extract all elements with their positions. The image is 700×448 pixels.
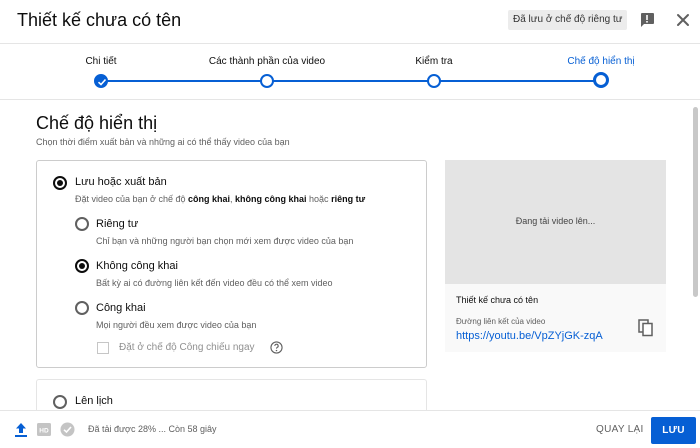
unlisted-radio[interactable] bbox=[75, 259, 89, 273]
video-preview-area: Đang tải video lên... bbox=[445, 160, 666, 284]
premiere-label: Đặt ở chế độ Công chiếu ngay bbox=[119, 342, 255, 353]
page-subtitle: Chọn thời điểm xuất bản và những ai có t… bbox=[36, 137, 290, 147]
save-publish-card: Lưu hoặc xuất bản Đặt video của bạn ở ch… bbox=[36, 160, 427, 368]
saved-status-badge: Đã lưu ở chế độ riêng tư bbox=[508, 10, 628, 30]
content-scrollbar[interactable] bbox=[693, 107, 698, 297]
schedule-card: Lên lịch bbox=[36, 379, 427, 410]
private-radio[interactable] bbox=[75, 217, 89, 231]
step-details-dot[interactable] bbox=[94, 74, 108, 88]
video-preview-card: Đang tải video lên... Thiết kế chưa có t… bbox=[445, 160, 666, 352]
upload-progress-status: Đã tải được 28% ... Còn 58 giây bbox=[88, 424, 217, 434]
save-publish-label[interactable]: Lưu hoặc xuất bản bbox=[75, 176, 167, 188]
close-icon[interactable] bbox=[674, 11, 692, 29]
video-link[interactable]: https://youtu.be/VpZYjGK-zqA bbox=[456, 330, 603, 342]
public-radio[interactable] bbox=[75, 301, 89, 315]
public-desc: Mọi người đều xem được video của bạn bbox=[96, 320, 257, 330]
stepper-progress-line bbox=[101, 80, 601, 82]
schedule-radio[interactable] bbox=[53, 395, 67, 409]
upload-processing-status: Đang tải video lên... bbox=[515, 216, 596, 226]
step-checks-label[interactable]: Kiểm tra bbox=[415, 56, 452, 67]
preview-video-title: Thiết kế chưa có tên bbox=[456, 295, 539, 305]
page-title: Chế độ hiển thị bbox=[36, 113, 158, 133]
back-button[interactable]: QUAY LẠI bbox=[590, 421, 650, 439]
step-visibility-dot[interactable] bbox=[593, 72, 609, 88]
save-publish-desc: Đặt video của bạn ở chế độ công khai, kh… bbox=[75, 194, 366, 204]
dialog-title: Thiết kế chưa có tên bbox=[17, 10, 182, 30]
step-details-label[interactable]: Chi tiết bbox=[85, 56, 116, 67]
dialog-header: Thiết kế chưa có tên Đã lưu ở chế độ riê… bbox=[0, 0, 700, 44]
step-elements-label[interactable]: Các thành phần của video bbox=[209, 56, 325, 67]
upload-icon bbox=[15, 423, 27, 437]
hd-icon: HD bbox=[37, 423, 51, 436]
private-desc: Chỉ bạn và những người bạn chọn mới xem … bbox=[96, 236, 354, 246]
save-publish-radio[interactable] bbox=[53, 176, 67, 190]
video-link-label: Đường liên kết của video bbox=[456, 317, 546, 326]
help-icon[interactable] bbox=[270, 341, 283, 354]
save-button[interactable]: LƯU bbox=[651, 417, 696, 444]
visibility-content: Chế độ hiển thị Chọn thời điểm xuất bản … bbox=[0, 101, 700, 410]
svg-text:HD: HD bbox=[39, 428, 49, 435]
feedback-icon[interactable] bbox=[639, 12, 655, 28]
public-label[interactable]: Công khai bbox=[96, 302, 146, 314]
check-icon bbox=[97, 78, 107, 86]
step-checks-dot[interactable] bbox=[427, 74, 441, 88]
unlisted-label[interactable]: Không công khai bbox=[96, 260, 178, 272]
dialog-footer: HD Đã tải được 28% ... Còn 58 giây QUAY … bbox=[0, 410, 700, 448]
upload-stepper: Chi tiết Các thành phần của video Kiểm t… bbox=[0, 44, 700, 100]
schedule-label[interactable]: Lên lịch bbox=[75, 395, 113, 407]
step-elements-dot[interactable] bbox=[260, 74, 274, 88]
copy-icon[interactable] bbox=[638, 319, 654, 337]
step-visibility-label[interactable]: Chế độ hiển thị bbox=[567, 56, 634, 67]
check-circle-icon bbox=[60, 422, 75, 437]
private-label[interactable]: Riêng tư bbox=[96, 218, 138, 230]
premiere-checkbox[interactable] bbox=[97, 342, 109, 354]
unlisted-desc: Bất kỳ ai có đường liên kết đến video đề… bbox=[96, 278, 333, 288]
